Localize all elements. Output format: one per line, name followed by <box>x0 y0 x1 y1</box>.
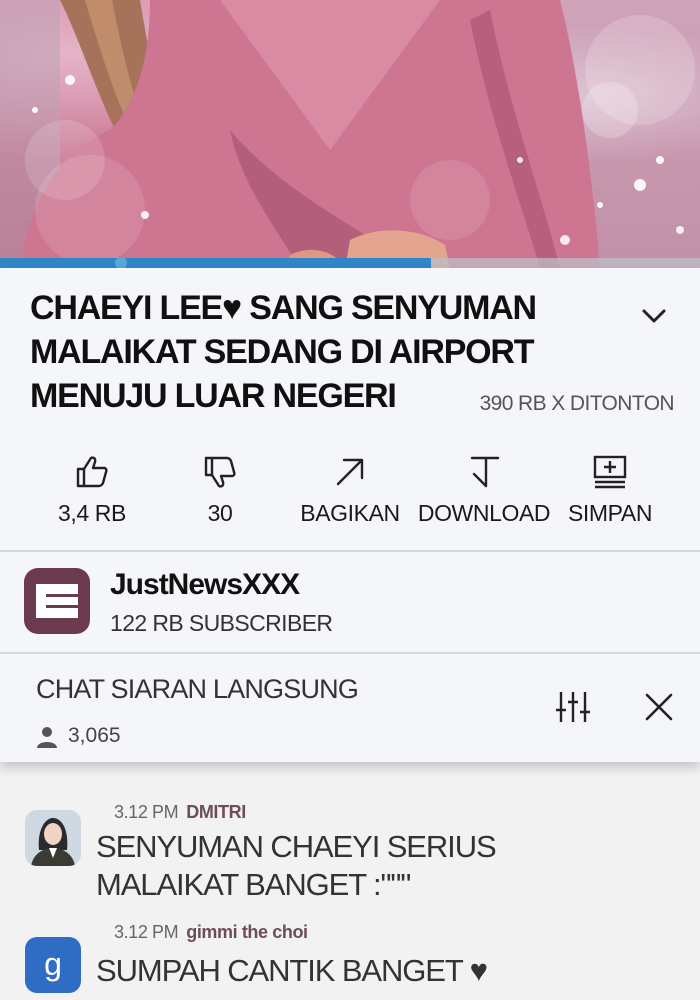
channel-name[interactable]: JustNewsXXX <box>110 568 300 602</box>
dislike-count: 30 <box>207 500 233 526</box>
viewer-count: 3,065 <box>68 724 121 747</box>
action-bar: 3,4 RB 30 BAGIKAN DOWNLOAD SIMPAN <box>0 454 700 534</box>
message-time: 3.12 PM <box>114 922 179 942</box>
thumbs-down-icon <box>204 456 236 488</box>
download-icon <box>470 456 500 488</box>
channel-logo-icon <box>36 584 78 618</box>
video-progress-fill <box>0 258 431 268</box>
share-label: BAGIKAN <box>300 500 400 526</box>
video-progress-bar[interactable] <box>0 257 700 268</box>
letter-g-avatar-icon: g <box>44 946 62 982</box>
divider <box>0 550 700 552</box>
video-progress-handle[interactable] <box>114 257 127 268</box>
video-player[interactable] <box>0 0 700 268</box>
save-label: SIMPAN <box>567 500 653 526</box>
download-label: DOWNLOAD <box>417 500 551 526</box>
chevron-down-icon[interactable] <box>640 306 668 326</box>
message-text: SUMPAH CANTIK BANGET ♥ <box>96 953 488 988</box>
svg-text:g: g <box>44 946 62 982</box>
dislike-button[interactable]: 30 <box>170 454 270 527</box>
message-time: 3.12 PM <box>114 802 179 822</box>
message-author[interactable]: DMITRI <box>186 802 246 822</box>
message-author[interactable]: gimmi the choi <box>186 922 308 942</box>
divider <box>0 652 700 654</box>
message-meta: 3.12 PM DMITRI <box>114 802 246 823</box>
message-meta: 3.12 PM gimmi the choi <box>114 922 308 943</box>
share-icon <box>336 458 364 486</box>
sliders-icon[interactable] <box>554 690 592 724</box>
channel-avatar[interactable] <box>24 568 90 634</box>
like-count: 3,4 RB <box>58 500 126 526</box>
avatar[interactable] <box>25 810 81 866</box>
live-chat-title: CHAT SIARAN LANGSUNG <box>36 674 359 704</box>
subscriber-count: 122 RB SUBSCRIBER <box>110 610 333 636</box>
save-playlist-icon <box>593 455 627 489</box>
view-count: 390 RB X DITONTON <box>479 392 675 415</box>
thumbs-up-icon <box>76 456 108 488</box>
save-button[interactable]: SIMPAN <box>562 454 658 527</box>
video-info-panel: CHAEYI LEE♥ SANG SENYUMAN MALAIKAT SEDAN… <box>0 268 700 762</box>
user-portrait-icon <box>25 810 81 866</box>
close-icon[interactable] <box>644 692 674 722</box>
like-button[interactable]: 3,4 RB <box>42 454 142 527</box>
video-frame-illustration <box>0 0 700 268</box>
message-text: SENYUMAN CHAEYI SERIUS MALAIKAT BANGET :… <box>96 829 497 902</box>
share-button[interactable]: BAGIKAN <box>296 454 404 527</box>
avatar[interactable]: g <box>25 937 81 993</box>
download-button[interactable]: DOWNLOAD <box>414 454 554 527</box>
person-icon <box>37 727 57 748</box>
